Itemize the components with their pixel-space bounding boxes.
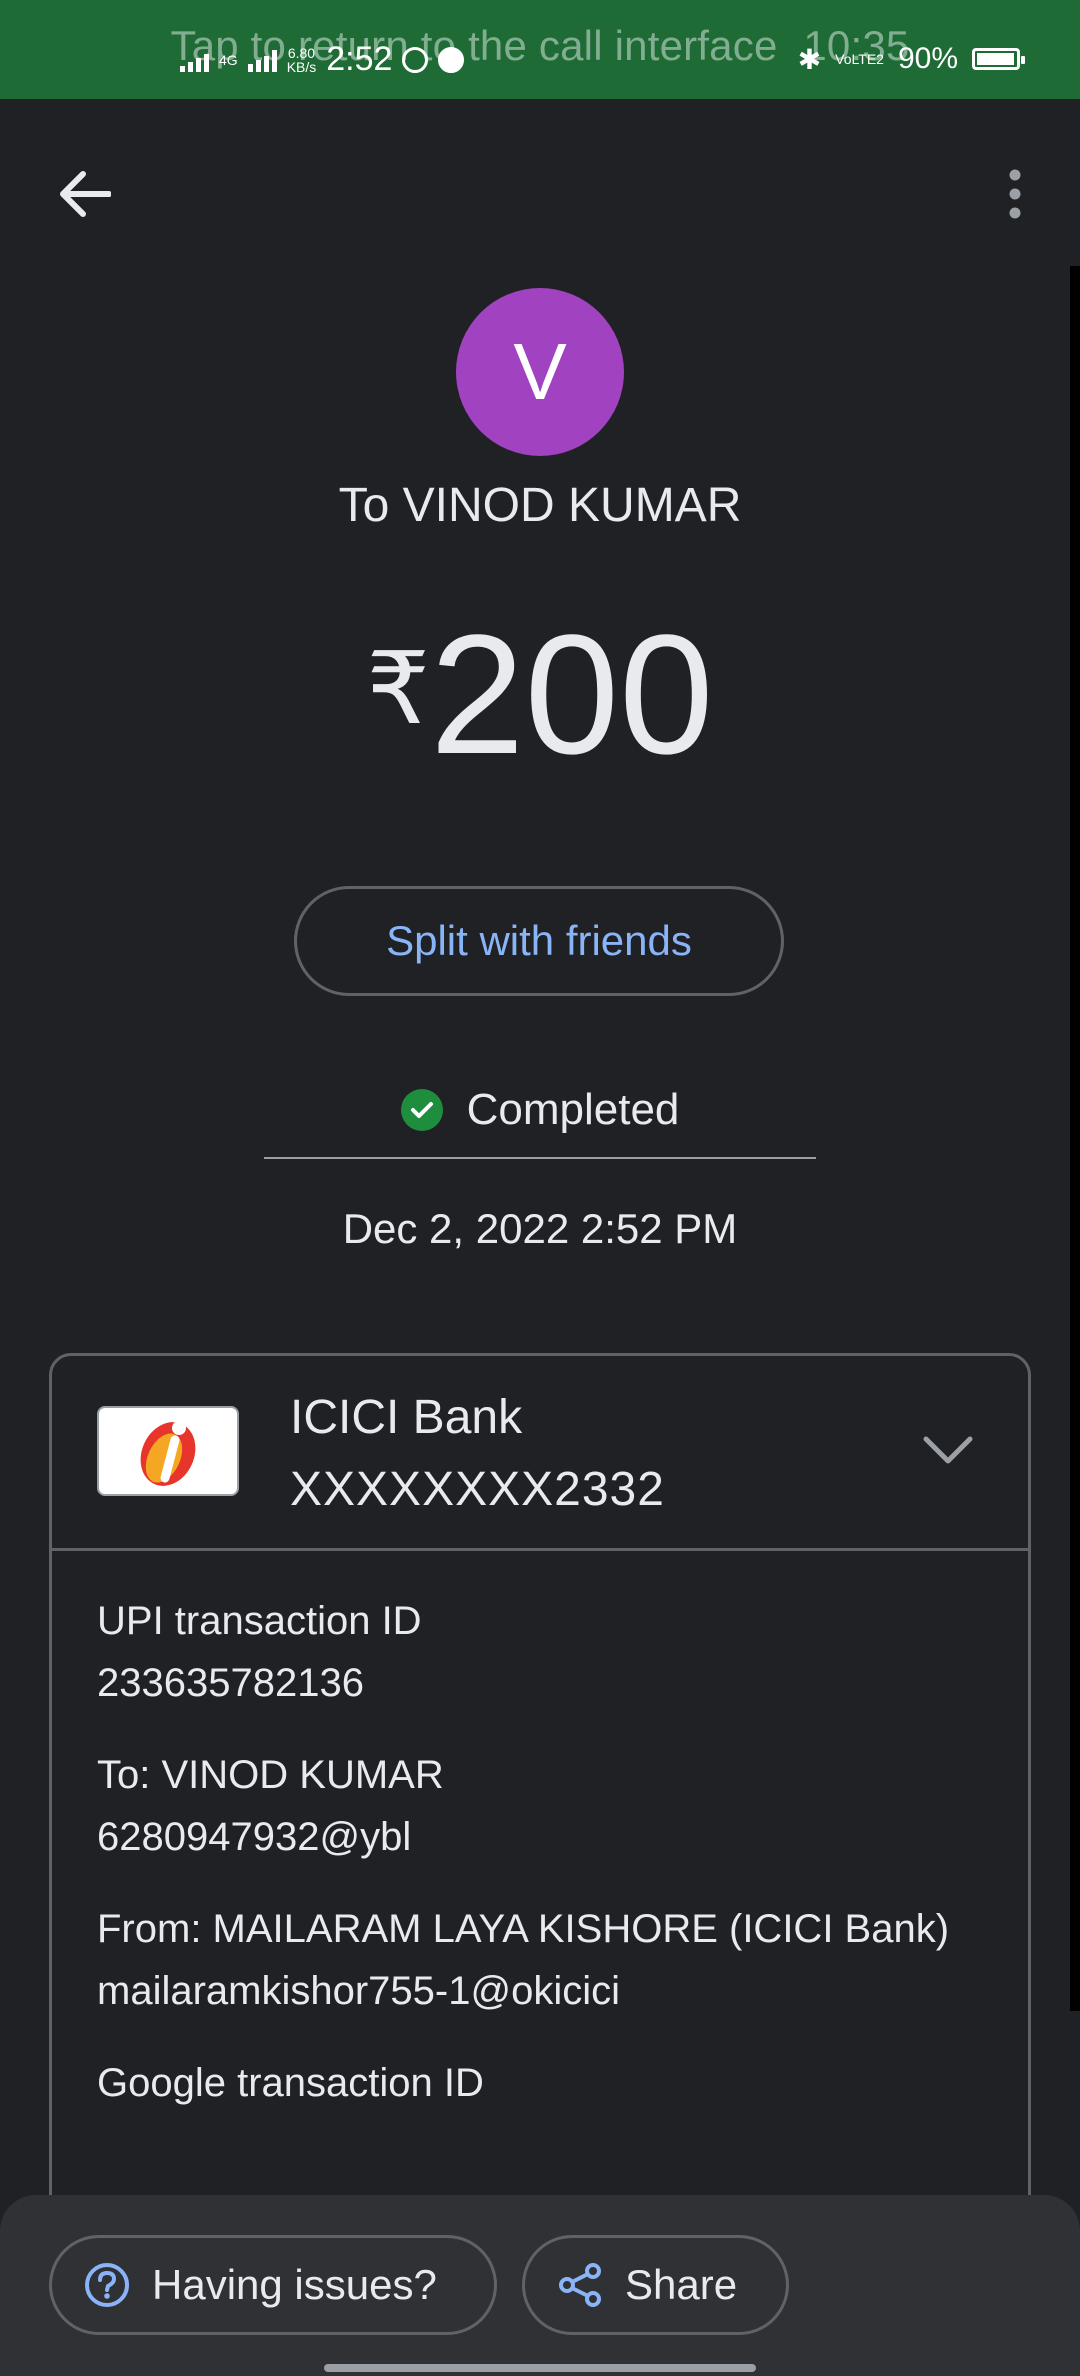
status-bar[interactable]: Tap to return to the call interface 10:3… (0, 0, 1080, 99)
icici-logo (97, 1406, 239, 1496)
detail-value[interactable]: 6280947932@ybl (97, 1805, 983, 1869)
bluetooth-icon: ✱ (797, 43, 822, 75)
bank-account-header[interactable]: ICICI Bank XXXXXXXX2332 (52, 1356, 1028, 1551)
issues-label: Having issues? (152, 2261, 437, 2308)
more-vert-icon (1009, 169, 1021, 219)
network-speed: 6.80 KB/s (287, 46, 317, 74)
volte-indicator: VoLTE2 (835, 51, 884, 67)
bank-account-number: XXXXXXXX2332 (290, 1463, 665, 1516)
payee-details: To: VINOD KUMAR 6280947932@ybl (97, 1745, 983, 1869)
status-text: Completed (466, 1085, 680, 1134)
bottom-action-bar: Having issues? Share (0, 2195, 1080, 2376)
signal-icon (180, 48, 209, 72)
split-label: Split with friends (386, 917, 692, 964)
google-transaction-id: Google transaction ID (97, 2053, 983, 2113)
avatar-letter: V (513, 327, 567, 416)
detail-value[interactable]: 233635782136 (97, 1651, 983, 1715)
speed-unit: KB/s (286, 58, 317, 75)
clock: 2:52 (326, 40, 393, 78)
detail-label: Google transaction ID (97, 2061, 484, 2105)
detail-label: UPI transaction ID (97, 1599, 422, 1643)
upi-transaction-id: UPI transaction ID 233635782136 (97, 1591, 983, 1715)
home-indicator[interactable] (324, 2364, 756, 2372)
battery-percent: 90% (897, 42, 958, 75)
top-app-bar (0, 99, 1080, 269)
payment-amount: ₹200 (0, 610, 1080, 780)
check-circle-icon (400, 1089, 443, 1131)
having-issues-button[interactable]: Having issues? (49, 2235, 497, 2335)
detail-label: To: VINOD KUMAR (97, 1753, 444, 1797)
amount-value: 200 (429, 600, 714, 790)
network-type: 4G (219, 51, 238, 68)
share-icon (559, 2263, 601, 2307)
transaction-datetime: Dec 2, 2022 2:52 PM (342, 1205, 738, 1252)
telegram-icon (438, 46, 465, 73)
transaction-details-card: ICICI Bank XXXXXXXX2332 UPI transaction … (49, 1353, 1031, 2253)
split-with-friends-button[interactable]: Split with friends (294, 886, 784, 996)
chevron-down-icon[interactable] (918, 1420, 978, 1480)
speed-value: 6.80 (287, 44, 316, 61)
arrow-back-icon (60, 171, 111, 217)
divider (264, 1157, 816, 1159)
currency-symbol: ₹ (366, 633, 430, 745)
battery-icon (972, 48, 1025, 70)
signal-icon-2 (247, 48, 277, 72)
payment-status: Completed (0, 1085, 1080, 1135)
detail-label: From: MAILARAM LAYA KISHORE (ICICI Bank) (97, 1907, 950, 1951)
avatar: V (456, 288, 624, 456)
detail-value[interactable]: mailaramkishor755-1@okicici (97, 1959, 983, 2023)
payer-details: From: MAILARAM LAYA KISHORE (ICICI Bank)… (97, 1899, 983, 2023)
back-button[interactable] (40, 149, 130, 239)
bank-name: ICICI Bank (290, 1391, 523, 1444)
transaction-details: UPI transaction ID 233635782136 To: VINO… (52, 1551, 1028, 2113)
whatsapp-icon (402, 46, 429, 73)
share-button[interactable]: Share (522, 2235, 789, 2335)
more-options-button[interactable] (970, 149, 1060, 239)
share-label: Share (625, 2261, 738, 2308)
help-icon (85, 2263, 129, 2307)
recipient-name: To VINOD KUMAR (338, 479, 742, 532)
